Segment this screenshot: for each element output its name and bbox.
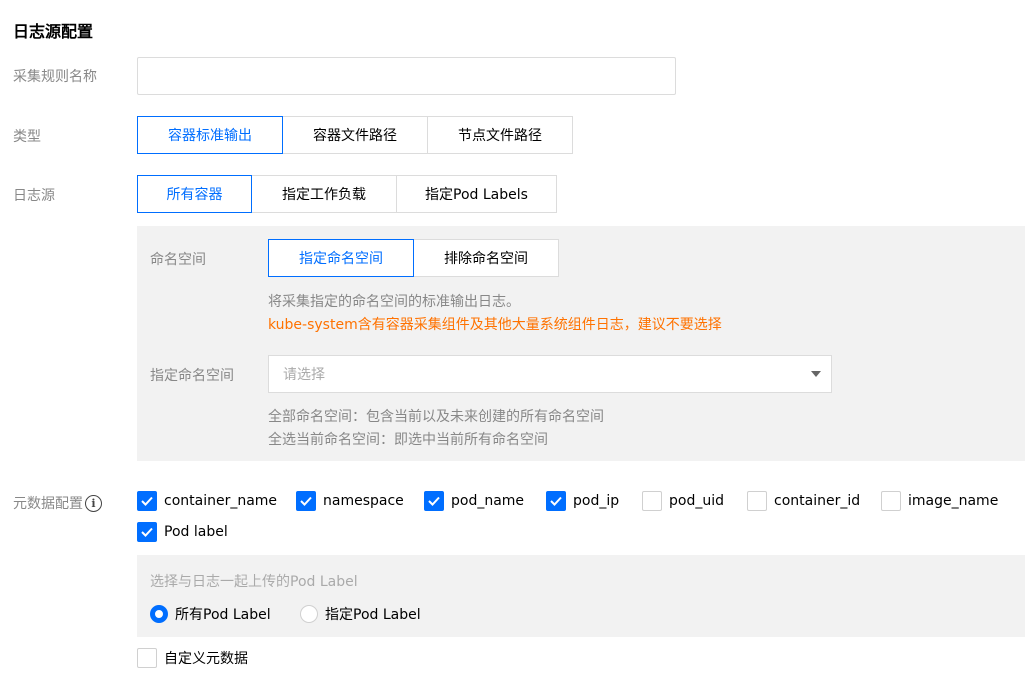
namespace-option-exclude[interactable]: 排除命名空间 xyxy=(413,239,559,277)
namespace-segmented: 指定命名空间 排除命名空间 xyxy=(268,239,559,277)
metadata-item-label: pod_name xyxy=(451,493,525,509)
rule-name-label: 采集规则名称 xyxy=(13,69,97,85)
type-option-container-file[interactable]: 容器文件路径 xyxy=(282,116,428,154)
radio-unselected[interactable] xyxy=(300,605,318,623)
metadata-label-wrap: 元数据配置 i xyxy=(13,493,102,513)
namespace-select[interactable]: 请选择 xyxy=(268,355,832,393)
radio-all-pod-label[interactable]: 所有Pod Label xyxy=(150,603,271,625)
type-label: 类型 xyxy=(13,129,41,145)
metadata-item-label: Pod label xyxy=(164,524,228,540)
metadata-item-label: pod_uid xyxy=(669,493,724,509)
log-source-segmented: 所有容器 指定工作负载 指定Pod Labels xyxy=(137,175,557,213)
metadata-label: 元数据配置 xyxy=(13,496,83,512)
rule-name-input[interactable] xyxy=(137,57,676,95)
radio-label: 所有Pod Label xyxy=(175,607,271,623)
info-icon[interactable]: i xyxy=(85,494,102,512)
metadata-item-label: container_id xyxy=(774,493,861,509)
checkbox-empty[interactable] xyxy=(642,491,662,511)
namespace-label: 命名空间 xyxy=(150,252,206,268)
metadata-item-label: container_name xyxy=(164,493,278,509)
checkbox-empty[interactable] xyxy=(137,648,157,668)
check-icon[interactable] xyxy=(296,491,316,511)
type-option-stdout[interactable]: 容器标准输出 xyxy=(137,116,283,154)
metadata-item-pod-uid[interactable]: pod_uid xyxy=(642,490,724,512)
namespace-option-include[interactable]: 指定命名空间 xyxy=(268,239,414,277)
namespace-note-all: 全部命名空间：包含当前以及未来创建的所有命名空间 xyxy=(268,409,604,425)
log-source-option-workload[interactable]: 指定工作负载 xyxy=(251,175,397,213)
check-icon[interactable] xyxy=(137,491,157,511)
caret-down-icon xyxy=(811,371,821,377)
metadata-item-namespace[interactable]: namespace xyxy=(296,490,404,512)
custom-metadata-label: 自定义元数据 xyxy=(164,651,248,667)
check-icon[interactable] xyxy=(424,491,444,511)
metadata-item-container-name[interactable]: container_name xyxy=(137,490,277,512)
metadata-item-container-id[interactable]: container_id xyxy=(747,490,860,512)
checkbox-empty[interactable] xyxy=(747,491,767,511)
namespace-warning: kube-system含有容器采集组件及其他大量系统组件日志，建议不要选择 xyxy=(268,317,722,333)
metadata-item-label: image_name xyxy=(908,493,999,509)
namespace-hint: 将采集指定的命名空间的标准输出日志。 xyxy=(268,294,520,310)
log-source-option-all[interactable]: 所有容器 xyxy=(137,175,252,213)
metadata-item-pod-name[interactable]: pod_name xyxy=(424,490,524,512)
metadata-item-image-name[interactable]: image_name xyxy=(881,490,998,512)
metadata-item-label: pod_ip xyxy=(573,493,620,509)
pod-label-panel-title: 选择与日志一起上传的Pod Label xyxy=(150,574,358,590)
log-source-option-pod-labels[interactable]: 指定Pod Labels xyxy=(396,175,557,213)
type-segmented: 容器标准输出 容器文件路径 节点文件路径 xyxy=(137,116,573,154)
log-source-label: 日志源 xyxy=(13,188,55,204)
radio-specified-pod-label[interactable]: 指定Pod Label xyxy=(300,603,421,625)
namespace-select-placeholder: 请选择 xyxy=(283,367,325,383)
metadata-item-label: namespace xyxy=(323,493,404,509)
check-icon[interactable] xyxy=(137,522,157,542)
checkbox-empty[interactable] xyxy=(881,491,901,511)
metadata-item-pod-ip[interactable]: pod_ip xyxy=(546,490,619,512)
radio-label: 指定Pod Label xyxy=(325,607,421,623)
type-option-node-file[interactable]: 节点文件路径 xyxy=(427,116,573,154)
custom-metadata[interactable]: 自定义元数据 xyxy=(137,647,248,669)
radio-selected[interactable] xyxy=(150,605,168,623)
metadata-item-pod-label[interactable]: Pod label xyxy=(137,521,228,543)
section-title: 日志源配置 xyxy=(13,22,94,41)
check-icon[interactable] xyxy=(546,491,566,511)
namespace-select-label: 指定命名空间 xyxy=(150,368,234,384)
namespace-note-current: 全选当前命名空间：即选中当前所有命名空间 xyxy=(268,432,548,448)
